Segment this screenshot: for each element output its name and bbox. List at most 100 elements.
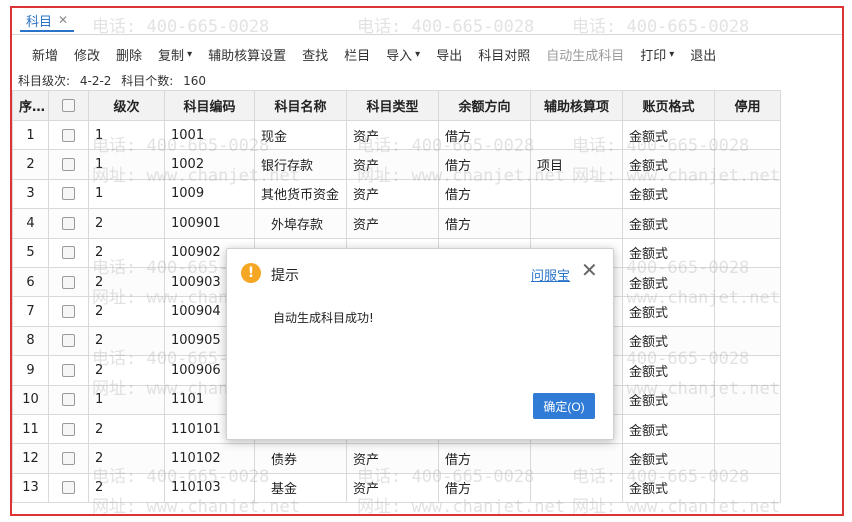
table-cell: 借方: [438, 208, 531, 239]
row-checkbox[interactable]: [62, 158, 75, 172]
table-cell: 7: [12, 296, 49, 327]
toolbar-button-5[interactable]: 查找: [302, 45, 328, 64]
toolbar-button-label: 打印: [640, 48, 667, 64]
table-cell: 借方: [438, 472, 531, 504]
column-header[interactable]: 科目类型: [346, 90, 439, 121]
toolbar-button-11[interactable]: 打印 ▾: [640, 45, 674, 64]
table-cell: 金额式: [622, 119, 715, 151]
table-cell: [714, 237, 781, 268]
table-cell: 基金: [254, 472, 347, 504]
column-header[interactable]: 余额方向: [438, 90, 531, 121]
help-link[interactable]: 问服宝: [531, 265, 570, 284]
column-header[interactable]: 辅助核算项: [530, 90, 623, 121]
column-header[interactable]: 科目编码: [164, 90, 255, 121]
dialog-title: 提示: [271, 268, 299, 284]
row-checkbox[interactable]: [62, 334, 75, 348]
toolbar-button-label: 退出: [690, 48, 717, 64]
toolbar-button-3[interactable]: 复制 ▾: [158, 45, 192, 64]
table-cell: [530, 178, 623, 210]
close-icon[interactable]: ✕: [58, 13, 68, 27]
row-checkbox[interactable]: [62, 451, 75, 465]
column-header[interactable]: 账页格式: [622, 90, 715, 121]
count-label: 科目个数:: [121, 74, 174, 88]
row-checkbox[interactable]: [62, 128, 75, 142]
column-header[interactable]: [48, 90, 89, 121]
row-checkbox-cell: [48, 296, 89, 327]
row-checkbox[interactable]: [62, 422, 75, 436]
table-cell: 金额式: [622, 443, 715, 474]
table-cell: 2: [88, 355, 165, 386]
table-cell: 1: [88, 149, 165, 180]
toolbar-button-7[interactable]: 导入 ▾: [386, 45, 420, 64]
tab-bar: 科目 ✕: [12, 8, 842, 35]
table-cell: 2: [88, 325, 165, 357]
table-cell: [714, 472, 781, 504]
table-cell: 2: [88, 237, 165, 268]
row-checkbox-cell: [48, 149, 89, 180]
row-checkbox-cell: [48, 237, 89, 268]
table-cell: [530, 119, 623, 151]
table-cell: [714, 296, 781, 327]
toolbar-button-6[interactable]: 栏目: [344, 45, 370, 64]
table-cell: 1001: [164, 119, 255, 151]
toolbar-button-12[interactable]: 退出: [690, 45, 716, 64]
row-checkbox-cell: [48, 413, 89, 445]
table-cell: [714, 443, 781, 474]
table-cell: 12: [12, 443, 49, 474]
table-cell: 2: [88, 443, 165, 474]
toolbar-button-label: 修改: [74, 48, 101, 64]
table-cell: 借方: [438, 149, 531, 180]
toolbar-button-4[interactable]: 辅助核算设置: [208, 45, 286, 64]
toolbar-button-label: 科目对照: [478, 48, 531, 64]
column-header[interactable]: 科目名称: [254, 90, 347, 121]
table-row[interactable]: 1 1 1001 现金 资产 借方 金额式: [12, 119, 781, 151]
close-icon[interactable]: ✕: [581, 260, 598, 280]
table-cell: [714, 355, 781, 386]
table-cell: 5: [12, 237, 49, 268]
table-cell: 资产: [346, 208, 439, 239]
column-header[interactable]: 序号: [12, 90, 49, 121]
row-checkbox[interactable]: [62, 216, 75, 230]
table-cell: 8: [12, 325, 49, 357]
toolbar: 新增 修改 删除 复制 ▾ 辅助核算设置 查找 栏目 导入 ▾ 导出 科目对照 自动生成科目 打印 ▾ 退出: [12, 35, 842, 73]
table-cell: [530, 443, 623, 474]
table-row[interactable]: 13 2 110103 基金 资产 借方 金额式: [12, 472, 781, 504]
table-row[interactable]: 2 1 1002 银行存款 资产 借方 项目 金额式: [12, 149, 781, 180]
count-value: 160: [183, 74, 207, 88]
table-cell: [714, 208, 781, 239]
column-header[interactable]: 停用: [714, 90, 781, 121]
table-cell: 其他货币资金: [254, 178, 347, 210]
table-cell: 借方: [438, 443, 531, 474]
table-row[interactable]: 3 1 1009 其他货币资金 资产 借方 金额式: [12, 178, 781, 210]
table-cell: 资产: [346, 178, 439, 210]
table-cell: [714, 149, 781, 180]
tab-subjects[interactable]: 科目 ✕: [20, 10, 75, 32]
row-checkbox-cell: [48, 472, 89, 504]
table-cell: 金额式: [622, 472, 715, 504]
table-cell: [530, 472, 623, 504]
table-row[interactable]: 4 2 100901 外埠存款 资产 借方 金额式: [12, 208, 781, 239]
row-checkbox[interactable]: [62, 305, 75, 319]
row-checkbox[interactable]: [62, 481, 75, 495]
toolbar-button-1[interactable]: 修改: [74, 45, 100, 64]
row-checkbox[interactable]: [62, 246, 75, 260]
table-cell: 项目: [530, 149, 623, 180]
column-header[interactable]: 级次: [88, 90, 165, 121]
table-row[interactable]: 12 2 110102 债券 资产 借方 金额式: [12, 443, 781, 474]
row-checkbox[interactable]: [62, 393, 75, 407]
ok-button[interactable]: 确定(O): [533, 393, 595, 419]
table-cell: 资产: [346, 149, 439, 180]
row-checkbox[interactable]: [62, 363, 75, 377]
table-cell: 1: [88, 119, 165, 151]
toolbar-button-8[interactable]: 导出: [436, 45, 462, 64]
table-cell: 金额式: [622, 266, 715, 298]
table-cell: [714, 119, 781, 151]
toolbar-button-0[interactable]: 新增: [32, 45, 58, 64]
table-cell: 2: [88, 413, 165, 445]
row-checkbox[interactable]: [62, 275, 75, 289]
toolbar-button-2[interactable]: 删除: [116, 45, 142, 64]
toolbar-button-9[interactable]: 科目对照: [478, 45, 530, 64]
table-header: 序号 级次 科目编码 科目名称 科目类型 余额方向 辅助核算项 账页格式 停用: [12, 90, 781, 121]
select-all-checkbox[interactable]: [62, 99, 75, 112]
row-checkbox[interactable]: [62, 187, 75, 201]
